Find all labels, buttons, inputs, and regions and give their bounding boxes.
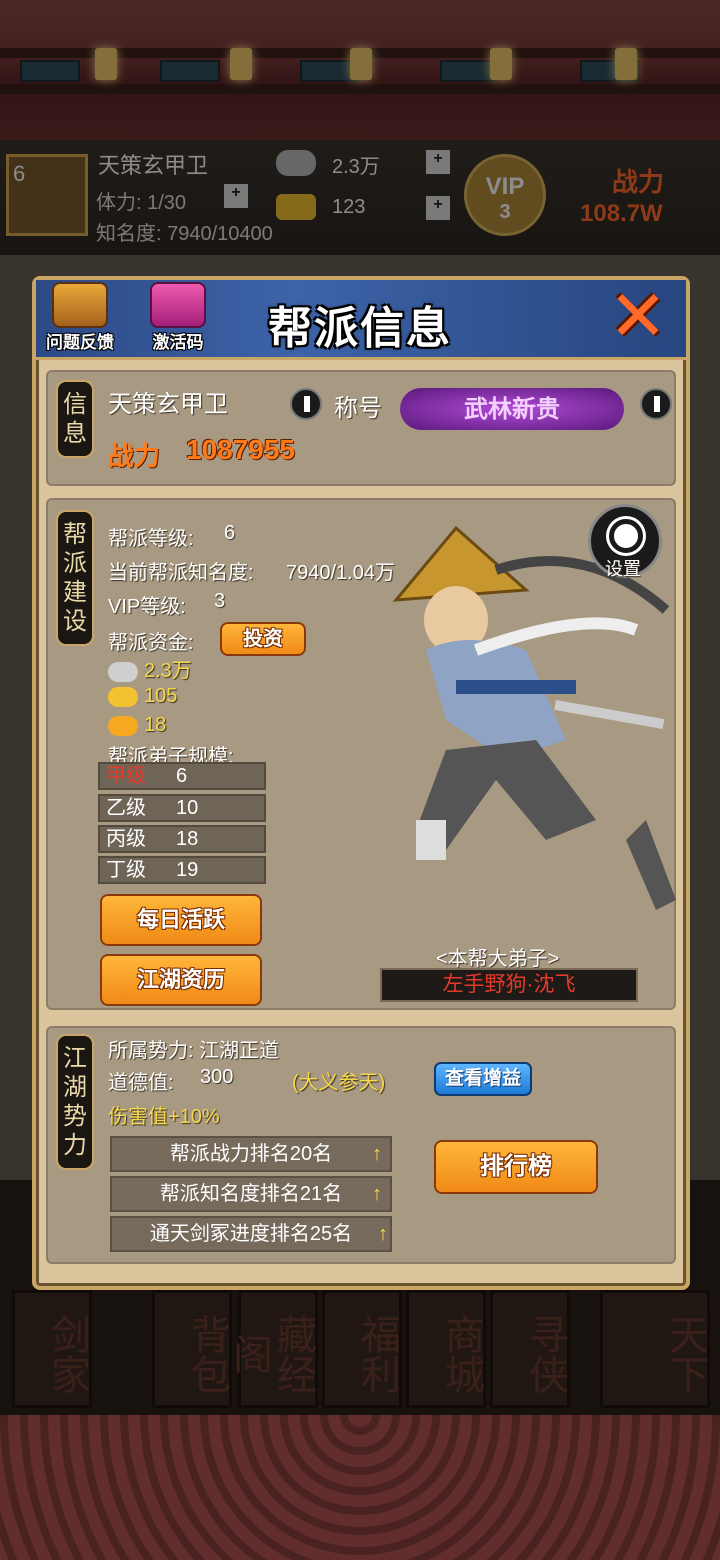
arrow-up-icon: ↑ [372,1143,382,1165]
feedback-label: 问题反馈 [46,333,114,352]
gold-icon [108,686,138,707]
grade-row-bing: 丙级 18 [98,825,266,853]
morality-value: 300 [200,1066,234,1088]
nav-scripture-pavilion[interactable]: 藏经阁 [226,1290,318,1408]
nav-jianjia[interactable]: 剑家 [12,1290,92,1408]
rank-fame-text: 帮派知名度排名21名 [159,1183,343,1205]
arrow-up-icon: ↑ [372,1183,382,1205]
fund-ingot: 18 [108,714,166,737]
top-disciple-name[interactable]: 左手野狗·沈飞 [380,968,638,1002]
roof-background [0,0,720,140]
bottom-decoration [0,1415,720,1560]
grade-row-ding: 丁级 19 [98,856,266,884]
guild-funds-label: 帮派资金: [108,632,194,654]
top-disciple-label: <本帮大弟子> [436,948,560,970]
arrow-up-icon: ↑ [378,1223,388,1245]
guild-fame-value: 7940/1.04万 [286,562,395,584]
player-name: 天策玄甲卫 [98,153,209,178]
vip-level-value: 3 [214,590,226,612]
rank-fame: 帮派知名度排名21名 ↑ [110,1176,392,1212]
guild-fame-label: 当前帮派知名度: [108,562,254,584]
activation-code-button[interactable]: 激活码 [138,282,218,362]
disciple-character-illustration [392,525,676,910]
view-bonus-button[interactable]: 查看增益 [434,1062,532,1096]
fund-silver-value: 2.3万 [144,660,192,682]
silver-icon [276,150,316,176]
grade-count: 6 [176,765,188,787]
daily-activity-button[interactable]: 每日活跃 [100,894,262,946]
damage-bonus: 伤害值+10% [108,1106,220,1128]
close-icon[interactable]: ✕ [602,280,674,352]
grade-name: 丁级 [106,859,146,881]
grade-name: 甲级 [106,765,146,787]
fund-ingot-value: 18 [144,714,167,736]
add-silver-button[interactable]: + [426,150,450,174]
grade-count: 10 [176,797,199,819]
vip-badge[interactable]: VIP 3 [464,154,546,236]
treasure-chest-icon [52,282,108,328]
gold-amount: 123 [332,196,366,218]
nav-shop[interactable]: 商城 [406,1290,486,1408]
guild-level-value: 6 [224,522,236,544]
grade-name: 乙级 [106,797,146,819]
guild-level-label: 帮派等级: [108,528,194,550]
nav-world[interactable]: 天下 [600,1290,710,1408]
morality-rank: (大义参天) [292,1072,386,1094]
fund-gold-value: 105 [144,685,178,707]
feedback-button[interactable]: 问题反馈 [40,282,120,362]
title-label: 称号 [334,395,382,422]
gold-icon [276,194,316,220]
rank-sword-tomb-text: 通天剑冢进度排名25名 [149,1223,353,1245]
add-stamina-button[interactable]: + [224,184,248,208]
gear-icon [609,519,643,553]
vip-level-label: VIP等级: [108,596,186,618]
jianghu-history-button[interactable]: 江湖资历 [100,954,262,1006]
guild-name: 天策玄甲卫 [108,391,228,418]
info-tag: 信息 [56,380,94,458]
code-label: 激活码 [152,333,204,352]
power-value-info: 1087955 [186,434,296,465]
rank-sword-tomb: 通天剑冢进度排名25名 ↑ [110,1216,392,1252]
fund-gold: 105 [108,685,177,708]
title-badge: 武林新贵 [400,388,624,430]
grade-name: 丙级 [106,828,146,850]
panel-title: 帮派信息 [268,304,452,353]
avatar[interactable]: 6 [6,154,88,236]
grade-row-jia: 甲级 6 [98,762,266,790]
edit-name-icon[interactable] [290,388,322,420]
player-level: 6 [13,161,26,186]
fame-text: 知名度: 7940/10400 [96,223,273,245]
nav-seek-hero[interactable]: 寻侠 [490,1290,570,1408]
invest-button[interactable]: 投资 [220,622,306,656]
power-label-info: 战力 [108,441,161,471]
add-gold-button[interactable]: + [426,196,450,220]
ingot-icon [108,715,138,736]
nav-welfare[interactable]: 福利 [322,1290,402,1408]
silver-amount: 2.3万 [332,156,380,178]
stamina-text: 体力: 1/30 [96,192,187,214]
settings-button[interactable]: 设置 [588,504,662,579]
grade-count: 18 [176,828,199,850]
rank-power-text: 帮派战力排名20名 [169,1143,333,1165]
grade-row-yi: 乙级 10 [98,794,266,822]
grade-count: 19 [176,859,199,881]
power-value: 108.7W [580,200,663,227]
fund-silver: 2.3万 [108,654,192,683]
edit-title-icon[interactable] [640,388,672,420]
rank-power: 帮派战力排名20名 ↑ [110,1136,392,1172]
faction-tag: 江湖势力 [56,1034,94,1170]
power-label: 战力 [612,167,665,197]
gift-box-icon [150,282,206,328]
nav-backpack[interactable]: 背包 [152,1290,232,1408]
morality-label: 道德值: [108,1072,174,1094]
settings-label: 设置 [605,559,641,579]
affiliation-text: 所属势力: 江湖正道 [108,1040,280,1062]
player-status-bar: 6 天策玄甲卫 体力: 1/30 知名度: 7940/10400 + 2.3万 … [0,140,720,255]
silver-icon [108,661,138,682]
vip-label: VIP [485,173,525,200]
vip-level: 3 [499,201,511,223]
build-tag: 帮派建设 [56,510,94,646]
leaderboard-button[interactable]: 排行榜 [434,1140,598,1194]
